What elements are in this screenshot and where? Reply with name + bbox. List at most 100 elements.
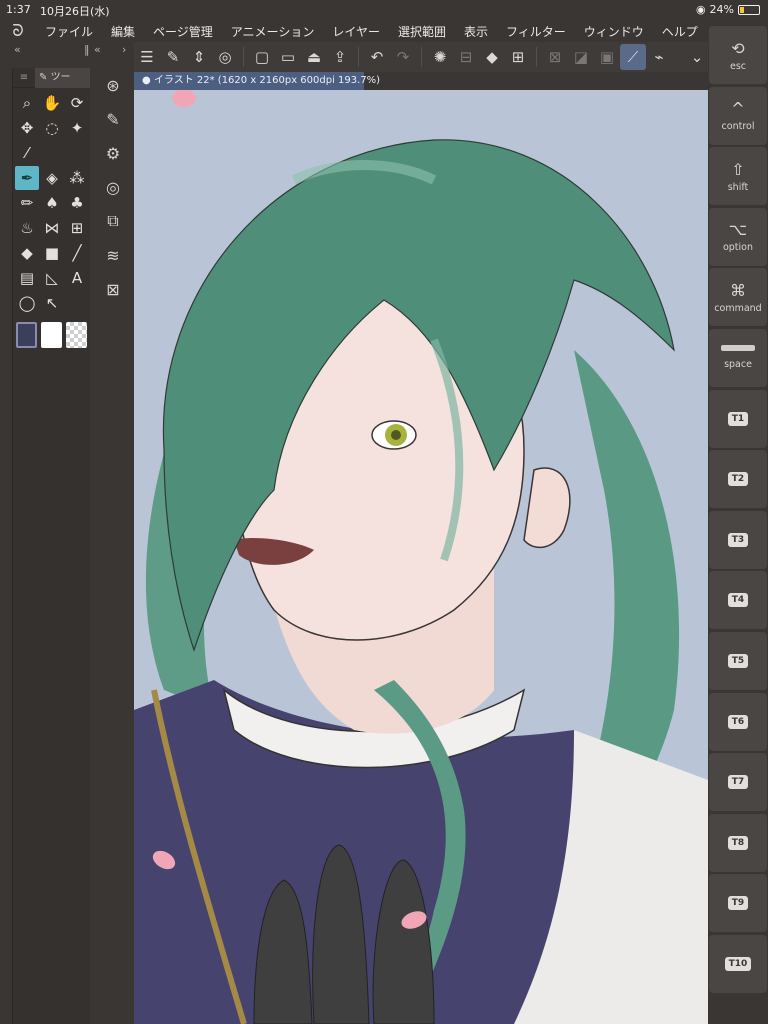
- undo-icon[interactable]: ↶: [364, 44, 390, 70]
- key-tag: T9: [727, 896, 749, 911]
- ink-icon[interactable]: ♠: [40, 191, 64, 215]
- menu-layer[interactable]: レイヤー: [323, 23, 389, 40]
- t10-key[interactable]: T10: [709, 934, 767, 993]
- zoom-icon[interactable]: ⌕: [15, 91, 39, 115]
- shift-key[interactable]: ⇧ shift: [709, 147, 767, 206]
- deselect-icon[interactable]: ⊠: [542, 44, 568, 70]
- t2-key[interactable]: T2: [709, 450, 767, 509]
- t1-key[interactable]: T1: [709, 389, 767, 448]
- control-icon: ^: [731, 99, 745, 119]
- decoration-icon[interactable]: ⁂: [65, 166, 89, 190]
- control-key[interactable]: ^ control: [709, 86, 767, 145]
- t5-key[interactable]: T5: [709, 631, 767, 690]
- t9-key[interactable]: T9: [709, 874, 767, 933]
- share-icon[interactable]: ⇪: [327, 44, 353, 70]
- ruler-icon[interactable]: ◺: [40, 266, 64, 290]
- menu-filter[interactable]: フィルター: [497, 23, 575, 40]
- app-logo-icon[interactable]: ᘐ: [0, 21, 36, 41]
- spacebar-icon: [721, 345, 755, 352]
- layer-property-icon[interactable]: ⧉: [94, 204, 132, 238]
- space-key[interactable]: space: [709, 328, 767, 387]
- redo-icon[interactable]: ↷: [390, 44, 416, 70]
- collapse-mid-icon[interactable]: «: [94, 43, 101, 56]
- hamburger-icon[interactable]: ☰: [134, 44, 160, 70]
- clear-icon[interactable]: ⊟: [453, 44, 479, 70]
- hand-icon[interactable]: ✋: [40, 91, 64, 115]
- fill-icon[interactable]: ◆: [15, 241, 39, 265]
- gradient-icon[interactable]: ■: [40, 241, 64, 265]
- brush-settings-icon[interactable]: ⌁: [646, 44, 672, 70]
- line-icon[interactable]: ╱: [65, 241, 89, 265]
- t8-key[interactable]: T8: [709, 813, 767, 872]
- canvas-tab[interactable]: ● イラスト 22* (1620 x 2160px 600dpi 193.7%): [134, 72, 380, 90]
- menu-help[interactable]: ヘルプ: [653, 23, 707, 40]
- t6-key[interactable]: T6: [709, 692, 767, 751]
- layers-icon[interactable]: ≋: [94, 238, 132, 272]
- text-icon[interactable]: A: [65, 266, 89, 290]
- navigator-icon[interactable]: ⊛: [94, 68, 132, 102]
- canvas-title: イラスト 22* (1620 x 2160px 600dpi 193.7%): [153, 75, 381, 86]
- menu-icon[interactable]: ≡: [13, 72, 35, 83]
- option-key[interactable]: ⌥ option: [709, 207, 767, 266]
- pencil-icon[interactable]: ✏: [15, 191, 39, 215]
- updown-icon[interactable]: ⇕: [186, 44, 212, 70]
- menu-view[interactable]: 表示: [455, 23, 497, 40]
- new-file-icon[interactable]: ▢: [249, 44, 275, 70]
- tool-grid: ⌕ ✋ ⟳ ✥ ◌ ✦ ⁄ ✒ ◈ ⁂ ✏ ♠ ♣ ♨ ⋈ ⊞ ◆ ■ ╱ ▤ …: [13, 88, 90, 318]
- eraser-icon[interactable]: ◈: [40, 166, 64, 190]
- sync-icon[interactable]: ◎: [212, 44, 238, 70]
- select-all-icon[interactable]: ▣: [594, 44, 620, 70]
- main-color-swatch[interactable]: [16, 322, 38, 348]
- menu-file[interactable]: ファイル: [36, 23, 102, 40]
- status-right: ◉ 24%: [696, 3, 760, 16]
- transparent-color-swatch[interactable]: [66, 322, 87, 348]
- tab-tools[interactable]: ✎ ツー: [35, 67, 90, 88]
- menu-selection[interactable]: 選択範囲: [389, 23, 455, 40]
- t3-key[interactable]: T3: [709, 510, 767, 569]
- drawing-canvas[interactable]: [134, 90, 708, 1024]
- menu-animation[interactable]: アニメーション: [222, 23, 324, 40]
- open-folder-icon[interactable]: ▭: [275, 44, 301, 70]
- color-swatches: [13, 318, 90, 352]
- menu-window[interactable]: ウィンドウ: [575, 23, 653, 40]
- edit-icon[interactable]: ✎: [160, 44, 186, 70]
- status-date: 10月26日(水): [40, 5, 110, 18]
- fill-bucket-icon[interactable]: ◆: [479, 44, 505, 70]
- lasso-icon[interactable]: ◌: [40, 116, 64, 140]
- transform-icon[interactable]: ⊞: [505, 44, 531, 70]
- key-tag: T3: [727, 532, 749, 547]
- expand-icon[interactable]: ›: [122, 43, 126, 56]
- menu-page[interactable]: ページ管理: [144, 23, 222, 40]
- tool-property-icon[interactable]: ⚙: [94, 136, 132, 170]
- brush-size-icon[interactable]: ◎: [94, 170, 132, 204]
- tab-tools-label: ツー: [50, 71, 71, 83]
- command-key[interactable]: ⌘ command: [709, 268, 767, 327]
- tool-palette-tabs: ≡ ✎ ツー: [13, 67, 90, 88]
- t4-key[interactable]: T4: [709, 571, 767, 630]
- balloon-icon[interactable]: ◯: [15, 291, 39, 315]
- loading-icon[interactable]: ✺: [427, 44, 453, 70]
- figure-icon[interactable]: ⋈: [40, 216, 64, 240]
- sub-color-swatch[interactable]: [41, 322, 63, 348]
- chevron-down-icon[interactable]: ⌄: [684, 44, 710, 70]
- eyedropper-icon[interactable]: ⁄: [15, 141, 39, 165]
- correct-line-icon[interactable]: ↖: [40, 291, 64, 315]
- snap-ruler-icon[interactable]: ⟋: [620, 44, 646, 70]
- grid-icon[interactable]: ⊞: [65, 216, 89, 240]
- blend-icon[interactable]: ♣: [65, 191, 89, 215]
- rotate-icon[interactable]: ⟳: [65, 91, 89, 115]
- close-palette-icon[interactable]: ⊠: [94, 272, 132, 306]
- frame-icon[interactable]: ▤: [15, 266, 39, 290]
- t7-key[interactable]: T7: [709, 753, 767, 812]
- menu-edit[interactable]: 編集: [102, 23, 144, 40]
- save-icon[interactable]: ⏏: [301, 44, 327, 70]
- pen-icon[interactable]: ✒: [15, 166, 39, 190]
- esc-key[interactable]: ⟲ esc: [709, 26, 767, 84]
- magic-wand-icon[interactable]: ✦: [65, 116, 89, 140]
- grip-icon[interactable]: ‖: [84, 43, 90, 56]
- airbrush-icon[interactable]: ♨: [15, 216, 39, 240]
- sub-tool-icon[interactable]: ✎: [94, 102, 132, 136]
- move-icon[interactable]: ✥: [15, 116, 39, 140]
- collapse-left-icon[interactable]: «: [14, 43, 21, 56]
- invert-selection-icon[interactable]: ◪: [568, 44, 594, 70]
